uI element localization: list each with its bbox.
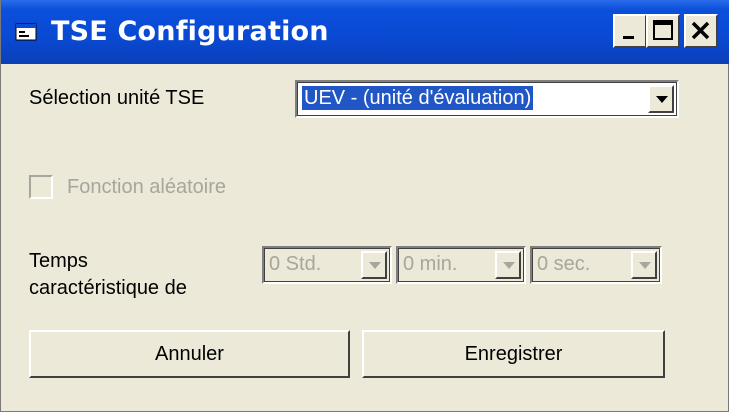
close-button[interactable] bbox=[684, 14, 718, 48]
minimize-button[interactable] bbox=[613, 14, 647, 48]
minutes-dropdown-button[interactable] bbox=[495, 251, 521, 279]
maximize-button[interactable] bbox=[646, 14, 680, 48]
unit-selection-dropdown-button[interactable] bbox=[648, 85, 674, 113]
cancel-button[interactable]: Annuler bbox=[29, 330, 350, 378]
chevron-down-icon bbox=[639, 262, 651, 269]
seconds-dropdown[interactable]: 0 sec. bbox=[530, 246, 662, 284]
minutes-value: 0 min. bbox=[403, 253, 458, 275]
time-label-line1: Temps bbox=[29, 250, 88, 272]
seconds-dropdown-button[interactable] bbox=[631, 251, 657, 279]
chevron-down-icon bbox=[503, 262, 515, 269]
chevron-down-icon bbox=[656, 96, 668, 103]
random-function-checkbox[interactable] bbox=[29, 175, 53, 199]
window-title: TSE Configuration bbox=[51, 16, 329, 47]
chevron-down-icon bbox=[369, 262, 381, 269]
tse-configuration-window: TSE Configuration Sélection unité TSE UE… bbox=[0, 0, 729, 412]
time-label-line2: caractéristique de bbox=[29, 277, 187, 299]
unit-selection-dropdown[interactable]: UEV - (unité d'évaluation) bbox=[295, 80, 679, 118]
close-icon bbox=[691, 21, 710, 40]
hours-dropdown[interactable]: 0 Std. bbox=[262, 246, 392, 284]
window-app-icon[interactable] bbox=[15, 22, 37, 42]
random-function-label: Fonction aléatoire bbox=[67, 176, 226, 198]
save-button[interactable]: Enregistrer bbox=[362, 330, 665, 378]
hours-dropdown-button[interactable] bbox=[361, 251, 387, 279]
minutes-dropdown[interactable]: 0 min. bbox=[396, 246, 526, 284]
minimize-icon bbox=[623, 36, 634, 39]
unit-selection-value: UEV - (unité d'évaluation) bbox=[300, 85, 535, 111]
title-bar[interactable]: TSE Configuration bbox=[1, 0, 729, 64]
unit-selection-label: Sélection unité TSE bbox=[29, 87, 205, 109]
hours-value: 0 Std. bbox=[269, 253, 322, 275]
maximize-icon bbox=[653, 20, 673, 40]
seconds-value: 0 sec. bbox=[537, 253, 591, 275]
